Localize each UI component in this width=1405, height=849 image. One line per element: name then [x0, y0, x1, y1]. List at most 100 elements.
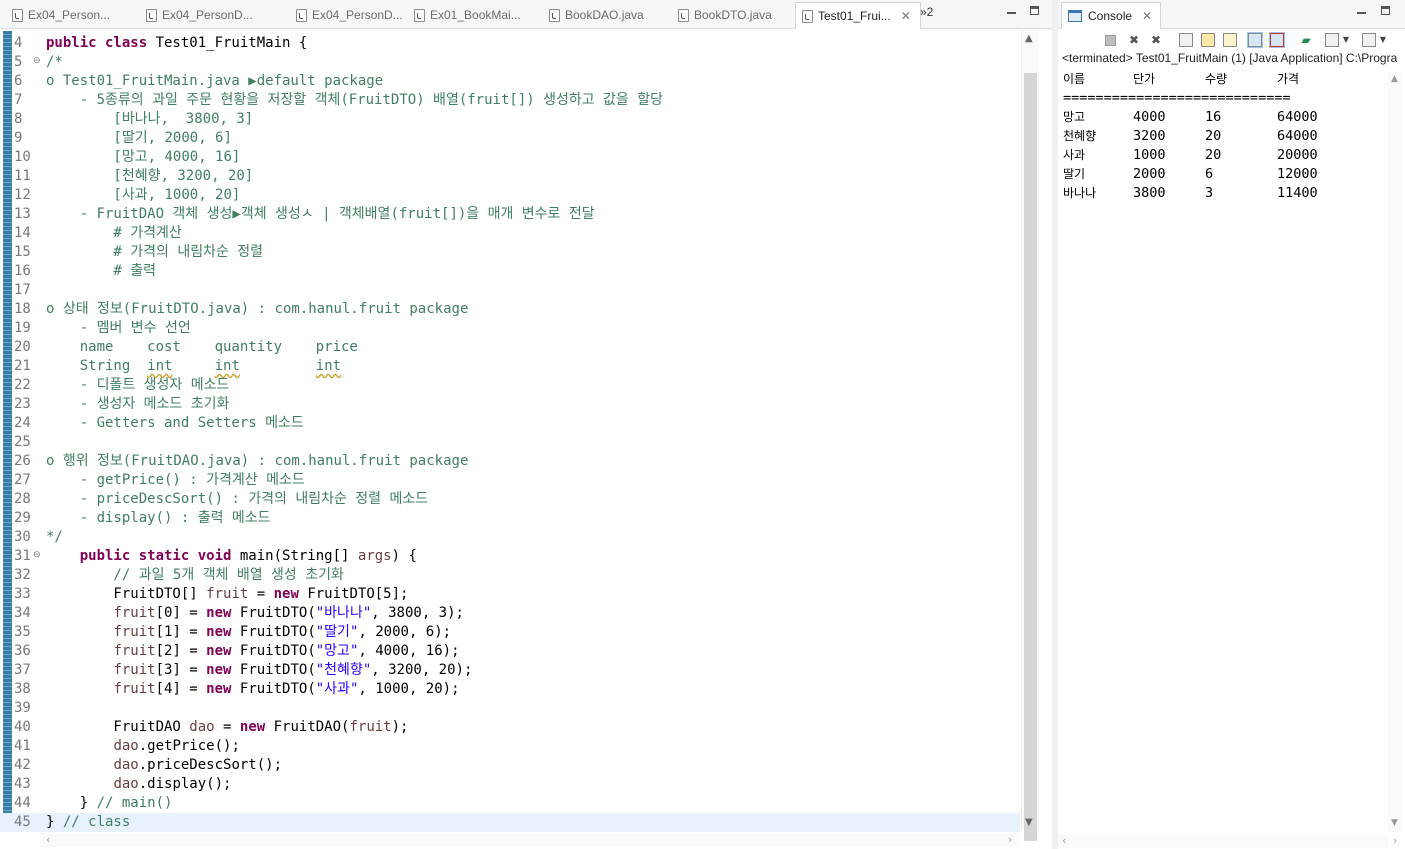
scroll-left-icon[interactable]: ‹ [46, 833, 50, 846]
console-output[interactable]: 이름 단가 수량 가격 ============================ 망고 40… [1063, 70, 1385, 845]
code-line[interactable]: 36 fruit[2] = new FruitDTO("망고", 4000, 1… [0, 642, 1020, 661]
line-number: 44 [14, 795, 31, 811]
remove-all-terminated-icon[interactable]: ✖ [1149, 33, 1163, 47]
line-number: 33 [14, 586, 31, 602]
scroll-up-icon[interactable]: ▲ [1025, 33, 1033, 44]
code-line[interactable]: 9 [딸기, 2000, 6] [0, 129, 1020, 148]
code-line[interactable]: 41 dao.getPrice(); [0, 737, 1020, 756]
code-line[interactable]: 38 fruit[4] = new FruitDTO("사과", 1000, 2… [0, 680, 1020, 699]
chevron-down-icon[interactable]: ▼ [1376, 33, 1390, 47]
code-line[interactable]: 37 fruit[3] = new FruitDTO("천혜향", 3200, … [0, 661, 1020, 680]
remove-launch-icon[interactable]: ✖ [1127, 33, 1141, 47]
code-token: main(String[] [239, 548, 358, 564]
console-cell: 2000 [1133, 166, 1166, 182]
code-token: int [147, 358, 173, 374]
code-line[interactable]: 25 [0, 433, 1020, 452]
code-line[interactable]: 10 [망고, 4000, 16] [0, 148, 1020, 167]
code-line[interactable]: 19 - 멤버 변수 선언 [0, 319, 1020, 338]
code-line[interactable]: 5 ⊖ /* [0, 53, 1020, 72]
editor-tab[interactable]: Ex04_Person... [6, 3, 137, 27]
show-on-stderr-icon[interactable] [1269, 32, 1285, 48]
scroll-lock-icon[interactable] [1201, 33, 1215, 47]
code-line[interactable]: 44 } // main() [0, 794, 1020, 813]
fold-toggle-icon[interactable]: ⊖ [33, 53, 41, 70]
code-line[interactable]: 6 o Test01_FruitMain.java ▶default packag… [0, 72, 1020, 91]
code-line[interactable]: 30 */ [0, 528, 1020, 547]
code-token: = [248, 586, 274, 602]
display-console-icon[interactable] [1325, 33, 1339, 47]
scroll-right-icon[interactable]: › [1393, 834, 1397, 847]
code-line[interactable]: 14 # 가격계산 [0, 224, 1020, 243]
code-token: int [214, 358, 240, 374]
terminate-icon[interactable] [1105, 35, 1116, 46]
code-line[interactable]: 34 fruit[0] = new FruitDTO("바나나", 3800, … [0, 604, 1020, 623]
scroll-down-icon[interactable]: ▼ [1391, 818, 1398, 828]
open-console-icon[interactable] [1362, 33, 1376, 47]
code-token: - FruitDAO 객체 생성▶객체 생성ㅅ | 객체배열(fruit[])을… [46, 206, 595, 222]
code-line[interactable]: 35 fruit[1] = new FruitDTO("딸기", 2000, 6… [0, 623, 1020, 642]
code-token: - 멤버 변수 선언 [46, 320, 191, 336]
code-line[interactable]: 12 [사과, 1000, 20] [0, 186, 1020, 205]
scroll-down-icon[interactable]: ▼ [1025, 817, 1033, 828]
editor-tab[interactable]: Test01_Frui... ✕ [795, 2, 921, 29]
code-line[interactable]: 17 [0, 281, 1020, 300]
code-line[interactable]: 23 - 생성자 메소드 초기화 [0, 395, 1020, 414]
chevron-down-icon[interactable]: ▼ [1339, 33, 1353, 47]
console-cell: 1000 [1133, 147, 1166, 163]
code-line[interactable]: 31 ⊖ public static void main(String[] arg… [0, 547, 1020, 566]
code-line[interactable]: 39 [0, 699, 1020, 718]
code-token: , 4000, 16); [358, 643, 460, 659]
code-line[interactable]: 13 - FruitDAO 객체 생성▶객체 생성ㅅ | 객체배열(fruit[… [0, 205, 1020, 224]
tab-overflow-button[interactable]: »2 [920, 5, 933, 19]
scroll-thumb[interactable] [1024, 73, 1037, 841]
editor-tab[interactable]: Ex04_PersonD... [140, 3, 264, 27]
console-horizontal-scrollbar[interactable]: ‹ › [1058, 834, 1397, 848]
editor-tab[interactable]: Ex04_PersonD... [290, 3, 414, 27]
code-line[interactable]: 32 // 과일 5개 객체 배열 생성 초기화 [0, 566, 1020, 585]
scroll-right-icon[interactable]: › [1008, 833, 1012, 846]
scroll-up-icon[interactable]: ▲ [1391, 74, 1398, 84]
editor-tab[interactable]: BookDAO.java [543, 3, 667, 27]
code-line[interactable]: 18 o 상태 정보(FruitDTO.java) : com.hanul.fru… [0, 300, 1020, 319]
editor-tab[interactable]: Ex01_BookMai... [408, 3, 542, 27]
code-line[interactable]: 21 String int int int [0, 357, 1020, 376]
code-token: [2] = [155, 643, 207, 659]
line-number: 34 [14, 605, 31, 621]
show-on-stdout-icon[interactable] [1247, 32, 1263, 48]
close-icon[interactable]: ✕ [901, 9, 911, 23]
scroll-left-icon[interactable]: ‹ [1062, 834, 1066, 847]
console-maximize-icon[interactable] [1381, 6, 1390, 15]
maximize-icon[interactable] [1030, 6, 1039, 15]
word-wrap-icon[interactable] [1223, 33, 1237, 47]
fold-toggle-icon[interactable]: ⊖ [33, 547, 41, 564]
code-line[interactable]: 16 # 출력 [0, 262, 1020, 281]
console-cell: 3800 [1133, 185, 1166, 201]
minimize-icon[interactable] [1006, 6, 1018, 18]
code-line[interactable]: 40 FruitDAO dao = new FruitDAO(fruit); [0, 718, 1020, 737]
code-line[interactable]: 28 - priceDescSort() : 가격의 내림차순 정렬 메소드 [0, 490, 1020, 509]
code-line[interactable]: 45} // class [0, 813, 1020, 832]
editor-tab[interactable]: BookDTO.java [672, 3, 793, 27]
code-line[interactable]: 33 FruitDTO[] fruit = new FruitDTO[5]; [0, 585, 1020, 604]
code-line[interactable]: 22 - 디폴트 생성자 메소드 [0, 376, 1020, 395]
clear-console-icon[interactable] [1179, 33, 1193, 47]
code-line[interactable]: 27 - getPrice() : 가격계산 메소드 [0, 471, 1020, 490]
tab-console[interactable]: Console ✕ [1061, 2, 1161, 29]
code-line[interactable]: 15 # 가격의 내림차순 정렬 [0, 243, 1020, 262]
code-line[interactable]: 29 - display() : 출력 메소드 [0, 509, 1020, 528]
editor-vertical-scrollbar[interactable]: ▲ ▼ [1021, 31, 1039, 841]
console-vertical-scrollbar[interactable]: ▲ ▼ [1388, 72, 1403, 832]
console-minimize-icon[interactable] [1356, 6, 1368, 18]
editor-horizontal-scrollbar[interactable]: ‹ › [40, 833, 1020, 847]
code-line[interactable]: 11 [천혜향, 3200, 20] [0, 167, 1020, 186]
close-icon[interactable]: ✕ [1142, 9, 1152, 23]
code-line[interactable]: 7 - 5종류의 과일 주문 현황을 저장할 객체(FruitDTO) 배열(f… [0, 91, 1020, 110]
code-line[interactable]: 8 [바나나, 3800, 3] [0, 110, 1020, 129]
code-line[interactable]: 24 - Getters and Setters 메소드 [0, 414, 1020, 433]
pin-console-icon[interactable]: ▰ [1299, 33, 1313, 47]
code-line[interactable]: 20 name cost quantity price [0, 338, 1020, 357]
code-line[interactable]: 4 public class Test01_FruitMain { [0, 34, 1020, 53]
code-line[interactable]: 43 dao.display(); [0, 775, 1020, 794]
code-line[interactable]: 42 dao.priceDescSort(); [0, 756, 1020, 775]
code-line[interactable]: 26 o 행위 정보(FruitDAO.java) : com.hanul.fru… [0, 452, 1020, 471]
